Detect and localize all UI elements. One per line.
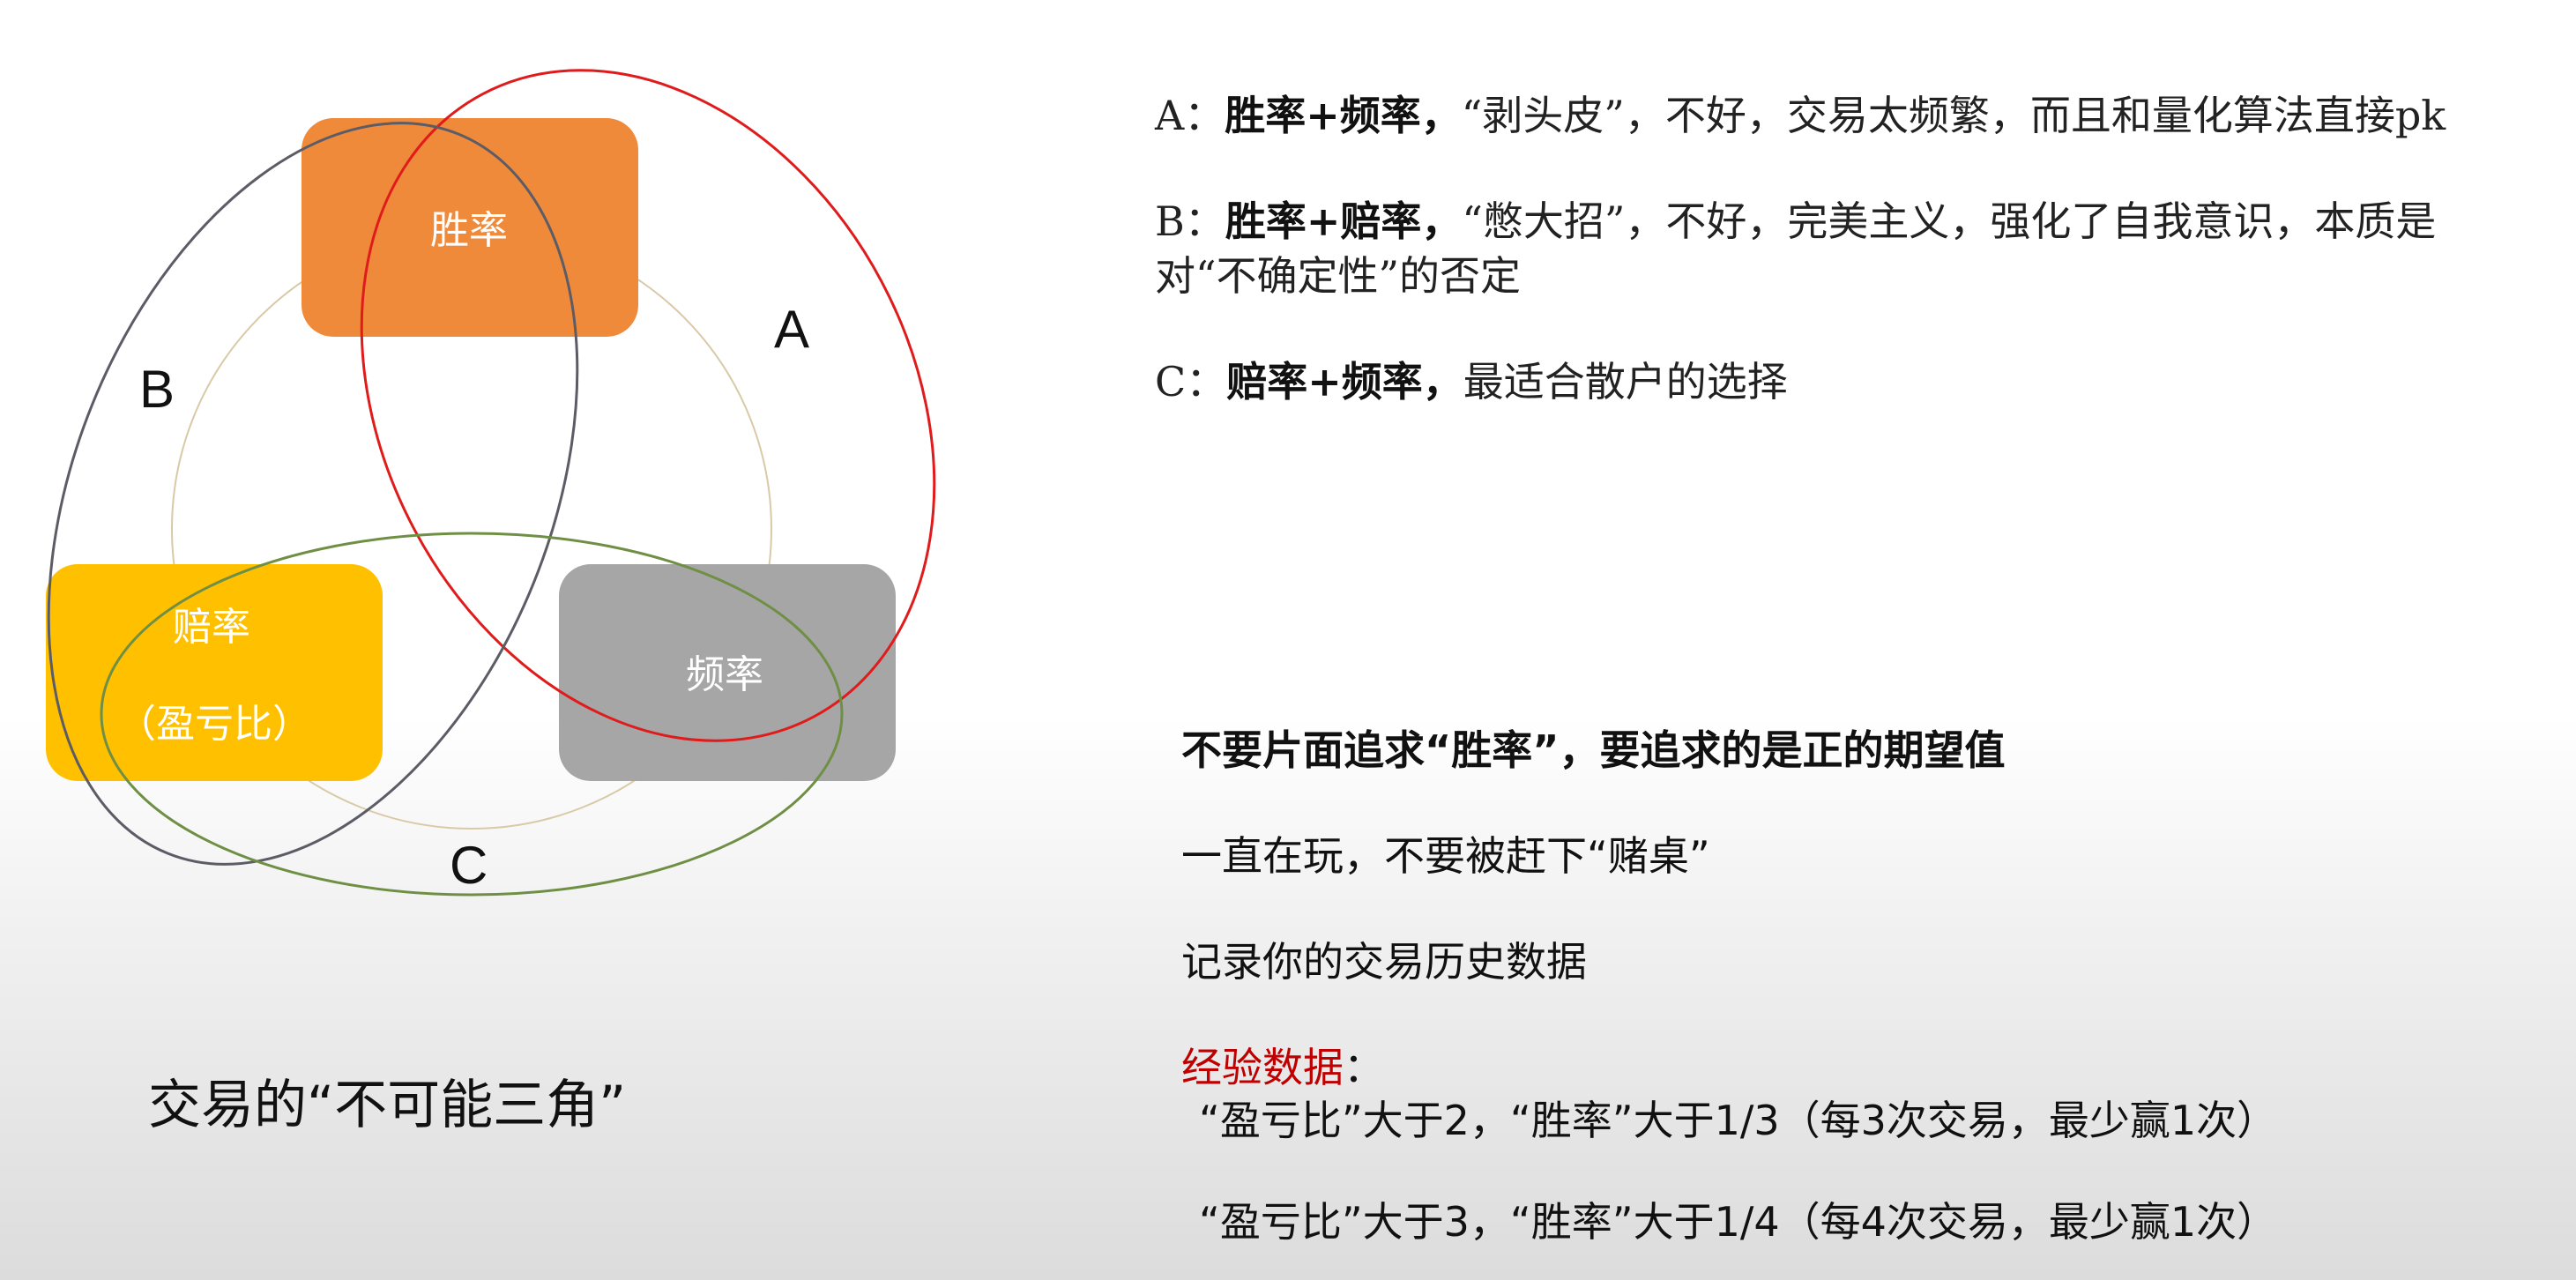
note-b-prefix: B： (1155, 197, 1225, 245)
tip-keep-playing: 一直在玩，不要被赶下“赌桌” (1181, 832, 1710, 880)
combination-notes: A：胜率+频率，“剥头皮”，不好，交易太频繁，而且和量化算法直接pk B：胜率+… (1155, 88, 2530, 460)
win-rate-label: 胜率 (430, 208, 508, 253)
experience-rule-1: “盈亏比”大于2，“胜率”大于1/3（每3次交易，最少赢1次） (1199, 1097, 2278, 1144)
note-c: C：赔率+频率，最适合散户的选择 (1155, 354, 2530, 409)
frequency-label: 频率 (686, 652, 763, 697)
tip-expected-value: 不要片面追求“胜率”，要追求的是正的期望值 (1181, 726, 2006, 774)
note-b: B：胜率+赔率，“憋大招”，不好，完美主义，强化了自我意识，本质是对“不确定性”… (1155, 194, 2530, 303)
odds-box (46, 564, 383, 781)
note-c-text: 最适合散户的选择 (1463, 358, 1788, 406)
experience-colon: ： (1344, 1044, 1384, 1091)
experience-label: 经验数据 (1181, 1044, 1344, 1091)
note-b-bold: 胜率+赔率， (1225, 197, 1463, 245)
note-c-bold: 赔率+频率， (1226, 358, 1463, 406)
note-a: A：胜率+频率，“剥头皮”，不好，交易太频繁，而且和量化算法直接pk (1155, 88, 2530, 143)
tip-record-history: 记录你的交易历史数据 (1181, 938, 1587, 986)
diagram-caption: 交易的“不可能三角” (148, 1075, 627, 1136)
note-a-bold: 胜率+频率， (1225, 92, 1462, 139)
odds-label: 赔率 (173, 605, 250, 650)
note-a-text: “剥头皮”，不好，交易太频繁，而且和量化算法直接pk (1461, 92, 2446, 139)
experience-heading: 经验数据： (1181, 1036, 1384, 1094)
odds-sub-label: （盈亏比） (117, 702, 311, 747)
letter-a: A (774, 300, 809, 359)
note-a-prefix: A： (1155, 92, 1225, 139)
note-c-prefix: C： (1155, 358, 1227, 406)
letter-c: C (450, 836, 488, 895)
impossible-triangle-diagram: 胜率 赔率 （盈亏比） 频率 A B C (46, 69, 936, 897)
experience-rule-2: “盈亏比”大于3，“胜率”大于1/4（每4次交易，最少赢1次） (1199, 1198, 2278, 1246)
letter-b: B (139, 360, 175, 419)
